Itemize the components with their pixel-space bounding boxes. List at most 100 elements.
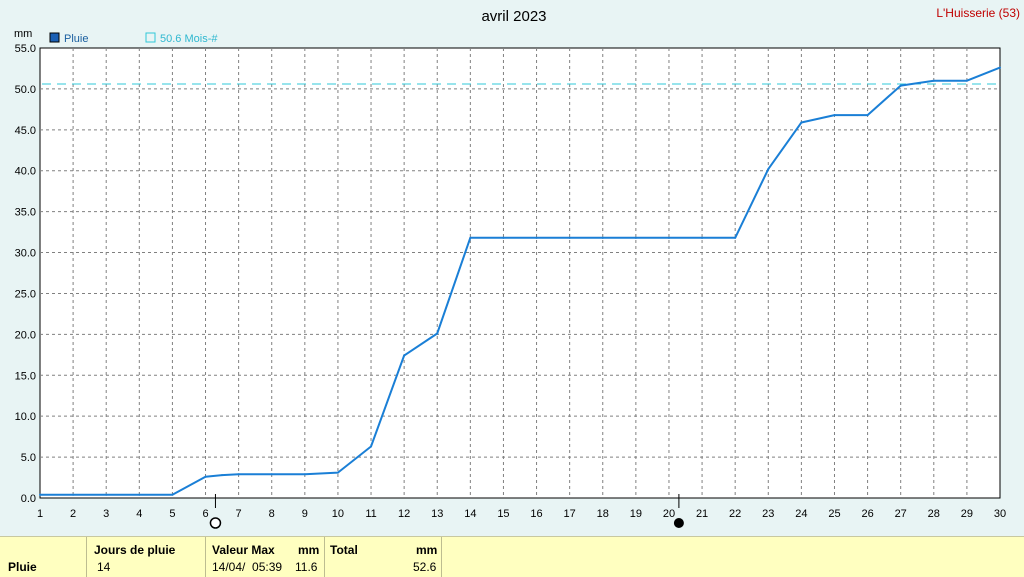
series-point-pluie bbox=[767, 168, 770, 171]
series-point-pluie bbox=[899, 84, 902, 87]
x-tick-label: 11 bbox=[365, 508, 376, 520]
x-tick-label: 3 bbox=[103, 508, 109, 520]
series-point-pluie bbox=[965, 79, 968, 82]
x-tick-label: 22 bbox=[729, 508, 741, 520]
summary-row-label: Pluie bbox=[8, 560, 37, 574]
x-tick-label: 2 bbox=[70, 508, 76, 520]
series-point-pluie bbox=[303, 473, 306, 476]
x-tick-label: 7 bbox=[236, 508, 242, 520]
series-point-pluie bbox=[866, 114, 869, 117]
max-header: Valeur Max bbox=[212, 543, 275, 557]
x-tick-label: 24 bbox=[795, 508, 807, 520]
x-tick-label: 19 bbox=[630, 508, 642, 520]
y-tick-label: 45.0 bbox=[15, 125, 36, 137]
series-point-pluie bbox=[502, 236, 505, 239]
summary-row-label-cell: Pluie bbox=[0, 537, 87, 577]
x-tick-label: 29 bbox=[961, 508, 973, 520]
x-tick-label: 27 bbox=[895, 508, 907, 520]
x-tick-label: 30 bbox=[994, 508, 1006, 520]
series-point-pluie bbox=[833, 114, 836, 117]
x-tick-label: 12 bbox=[398, 508, 410, 520]
series-point-pluie bbox=[568, 236, 571, 239]
x-tick-label: 4 bbox=[136, 508, 142, 520]
station-name: L'Huisserie (53) bbox=[936, 6, 1020, 20]
x-tick-label: 9 bbox=[302, 508, 308, 520]
series-point-pluie bbox=[403, 354, 406, 357]
series-point-pluie bbox=[171, 493, 174, 496]
series-point-pluie bbox=[800, 121, 803, 124]
summary-table: Pluie Jours de pluie 14 Valeur Max mm 14… bbox=[0, 536, 1024, 577]
series-point-pluie bbox=[270, 473, 273, 476]
legend-series-swatch bbox=[49, 32, 60, 43]
y-tick-label: 15.0 bbox=[15, 370, 36, 382]
summary-total-cell: Total mm 52.6 bbox=[325, 537, 442, 577]
series-point-pluie bbox=[105, 493, 108, 496]
x-tick-label: 16 bbox=[530, 508, 542, 520]
days-value: 14 bbox=[97, 560, 111, 574]
y-tick-label: 40.0 bbox=[15, 166, 36, 178]
x-axis: 1 2 3 4 5 6 7 8 9 10 11 12 13 14 15 16 17 18 19 20 21 22 23 24 2… bbox=[37, 508, 1006, 520]
series-point-pluie bbox=[204, 475, 207, 478]
y-tick-label: 50.0 bbox=[15, 84, 36, 96]
y-axis: 0.0 5.0 10.0 15.0 20.0 25.0 30.0 35.0 40.0 45.0 50… bbox=[15, 43, 36, 505]
x-tick-label: 17 bbox=[564, 508, 576, 520]
y-tick-label: 55.0 bbox=[15, 43, 36, 55]
x-tick-label: 18 bbox=[597, 508, 609, 520]
legend: Pluie 50.6 Mois-# bbox=[49, 32, 218, 45]
rain-chart: avril 2023 L'Huisserie (53) mm Pluie 50.… bbox=[14, 6, 1020, 529]
new-moon-icon bbox=[673, 518, 684, 528]
series-point-pluie bbox=[701, 236, 704, 239]
legend-reference-swatch bbox=[145, 32, 156, 43]
series-point-pluie bbox=[336, 471, 339, 474]
series-point-pluie bbox=[436, 332, 439, 335]
x-tick-label: 1 bbox=[37, 508, 43, 520]
series-point-pluie bbox=[667, 236, 670, 239]
legend-series-label: Pluie bbox=[64, 33, 88, 45]
summary-max-cell: Valeur Max mm 14/04/ 05:39 11.6 bbox=[206, 537, 325, 577]
y-tick-label: 35.0 bbox=[15, 207, 36, 219]
days-header: Jours de pluie bbox=[94, 543, 176, 557]
moon-phases bbox=[209, 494, 684, 529]
x-tick-label: 8 bbox=[269, 508, 275, 520]
chart-title: avril 2023 bbox=[481, 8, 546, 25]
x-tick-label: 20 bbox=[663, 508, 675, 520]
max-datetime: 14/04/ 05:39 bbox=[212, 560, 283, 574]
x-tick-label: 15 bbox=[497, 508, 509, 520]
x-tick-label: 10 bbox=[332, 508, 344, 520]
total-unit: mm bbox=[416, 543, 438, 557]
x-tick-label: 13 bbox=[431, 508, 443, 520]
series-point-pluie bbox=[999, 66, 1001, 69]
x-tick-label: 25 bbox=[828, 508, 840, 520]
series-point-pluie bbox=[39, 493, 41, 496]
y-tick-label: 0.0 bbox=[21, 493, 36, 505]
x-tick-label: 23 bbox=[762, 508, 774, 520]
series-point-pluie bbox=[138, 493, 141, 496]
legend-reference-label: 50.6 Mois-# bbox=[160, 33, 218, 45]
series-point-pluie bbox=[221, 474, 224, 477]
y-tick-label: 5.0 bbox=[21, 452, 36, 464]
max-value: 11.6 bbox=[295, 560, 318, 574]
x-tick-label: 14 bbox=[464, 508, 476, 520]
series-point-pluie bbox=[72, 493, 75, 496]
series-point-pluie bbox=[469, 236, 472, 239]
total-header: Total bbox=[330, 543, 358, 557]
y-tick-label: 30.0 bbox=[15, 248, 36, 260]
y-unit-label: mm bbox=[14, 28, 32, 40]
y-tick-label: 20.0 bbox=[15, 329, 36, 341]
series-point-pluie bbox=[601, 236, 604, 239]
summary-days-cell: Jours de pluie 14 bbox=[87, 537, 206, 577]
max-unit: mm bbox=[298, 543, 320, 557]
series-point-pluie bbox=[237, 473, 240, 476]
series-point-pluie bbox=[370, 445, 373, 448]
x-tick-label: 6 bbox=[202, 508, 208, 520]
full-moon-icon bbox=[209, 517, 222, 529]
y-tick-label: 10.0 bbox=[15, 411, 36, 423]
total-value: 52.6 bbox=[413, 560, 437, 574]
y-tick-label: 25.0 bbox=[15, 288, 36, 300]
series-point-pluie bbox=[734, 236, 737, 239]
x-tick-label: 26 bbox=[861, 508, 873, 520]
x-tick-label: 5 bbox=[169, 508, 175, 520]
x-tick-label: 28 bbox=[928, 508, 940, 520]
series-point-pluie bbox=[634, 236, 637, 239]
series-point-pluie bbox=[535, 236, 538, 239]
